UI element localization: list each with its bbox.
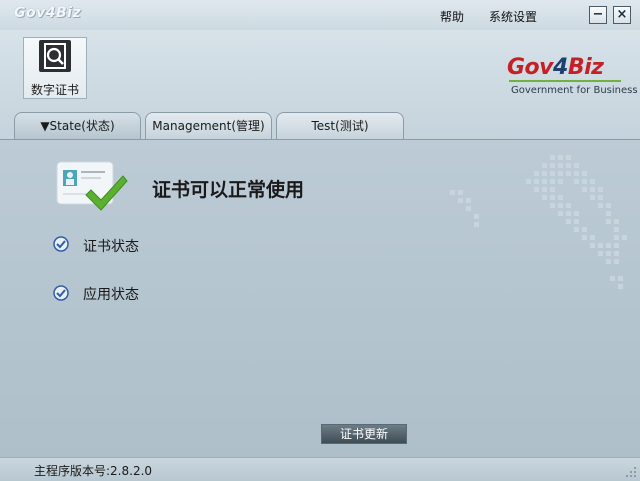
brand-biz: Biz: [567, 55, 604, 80]
certificate-search-icon: [39, 40, 71, 72]
brand-tagline: Government for Business: [511, 85, 638, 96]
tab-management[interactable]: Management(管理): [145, 112, 272, 139]
update-certificate-button[interactable]: 证书更新: [321, 424, 407, 444]
brand-four: 4: [553, 55, 568, 80]
version-label: 主程序版本号:2.8.2.0: [34, 464, 153, 478]
certificate-ok-icon: [56, 161, 128, 211]
brand-gov: Gov: [507, 55, 554, 80]
close-icon: ×: [616, 7, 628, 22]
app-logo: Gov4Biz: [14, 5, 82, 21]
status-bar: 主程序版本号:2.8.2.0: [0, 457, 640, 481]
checkmark-icon: [53, 285, 69, 301]
module-digital-certificate[interactable]: 数字证书: [23, 37, 87, 99]
tab-state[interactable]: ▼State(状态): [14, 112, 141, 139]
title-bar: Gov4Biz 帮助 系统设置 − ×: [0, 0, 640, 30]
world-map-watermark: [450, 155, 627, 289]
brand-underline: [509, 80, 621, 82]
minimize-button[interactable]: −: [589, 6, 607, 24]
tab-test[interactable]: Test(测试): [276, 112, 404, 139]
menu-help[interactable]: 帮助: [440, 8, 464, 25]
menu-system-settings[interactable]: 系统设置: [489, 8, 537, 25]
close-button[interactable]: ×: [613, 6, 631, 24]
status-title: 证书可以正常使用: [152, 179, 305, 201]
brand-logo: Gov4Biz: [507, 55, 604, 80]
checkmark-icon: [53, 236, 69, 252]
module-label: 数字证书: [30, 83, 79, 97]
resize-grip-icon[interactable]: [625, 466, 637, 478]
application-status-label: 应用状态: [83, 287, 139, 303]
certificate-status-label: 证书状态: [83, 239, 139, 255]
minimize-icon: −: [592, 7, 604, 22]
